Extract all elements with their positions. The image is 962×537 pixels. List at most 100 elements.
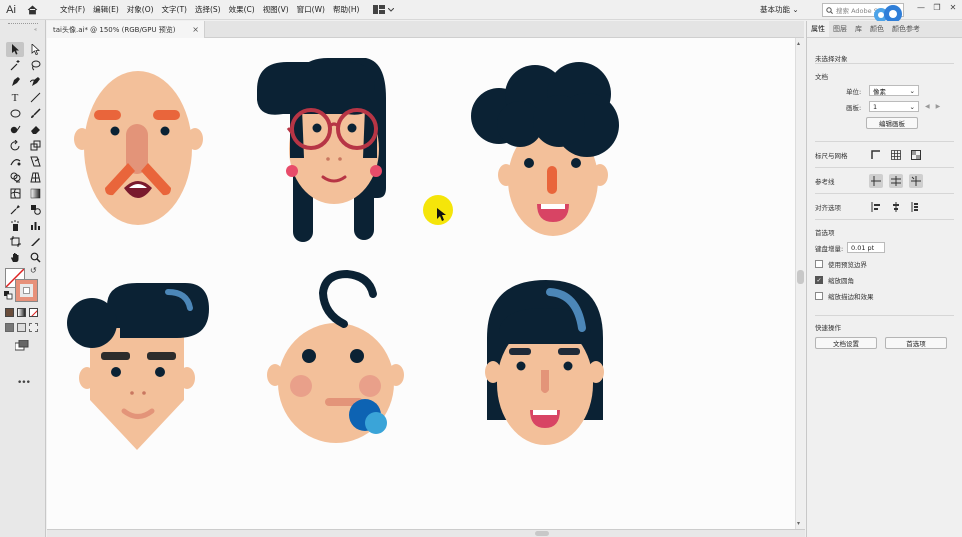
next-artboard-arrow[interactable]: ▶ [936, 103, 941, 110]
smart-guides-button[interactable] [909, 173, 923, 188]
eraser-tool[interactable] [26, 122, 44, 137]
avatar-curly-hair[interactable] [471, 62, 619, 236]
avatar-bob-woman[interactable] [485, 280, 604, 445]
ellipse-tool[interactable] [6, 106, 24, 121]
slice-tool[interactable] [26, 234, 44, 249]
symbol-sprayer-tool[interactable] [6, 218, 24, 233]
avatar-bald-mustache[interactable] [74, 71, 203, 225]
tab-color-guide[interactable]: 颜色参考 [888, 21, 924, 37]
free-transform-tool[interactable] [26, 154, 44, 169]
units-label: 单位: [846, 87, 862, 96]
toolbar-grip[interactable] [8, 23, 38, 25]
eyedropper-tool[interactable] [6, 202, 24, 217]
none-mode-button[interactable] [29, 308, 38, 317]
color-mode-button[interactable] [5, 308, 14, 317]
arrange-documents-button[interactable] [373, 5, 395, 14]
menu-view[interactable]: 视图(V) [259, 0, 293, 20]
default-fill-stroke-icon[interactable] [4, 291, 13, 302]
avatar-girl-glasses[interactable] [257, 58, 386, 242]
tab-layers[interactable]: 图层 [829, 21, 851, 37]
menu-window[interactable]: 窗口(W) [293, 0, 329, 20]
align-center-button[interactable] [889, 200, 903, 214]
draw-normal-icon[interactable] [5, 323, 14, 332]
artboard-canvas[interactable] [47, 38, 795, 529]
lock-guides-button[interactable] [889, 173, 903, 188]
gradient-mode-button[interactable] [17, 308, 26, 317]
close-tab-button[interactable]: × [192, 25, 199, 34]
close-window-button[interactable]: ✕ [946, 0, 960, 14]
avatar-baby-pacifier[interactable] [267, 269, 404, 443]
menu-file[interactable]: 文件(F) [56, 0, 89, 20]
screen-mode-icon[interactable] [14, 339, 29, 353]
hand-tool[interactable] [6, 250, 24, 265]
draw-inside-icon[interactable] [29, 323, 38, 332]
workspace-switcher[interactable]: 基本功能 ⌄ [760, 0, 799, 20]
type-tool[interactable]: T [6, 90, 24, 105]
scale-corners-checkbox[interactable]: ✓ [815, 276, 823, 284]
scroll-down-arrow[interactable]: ▾ [797, 520, 800, 527]
scroll-up-arrow[interactable]: ▴ [797, 40, 800, 47]
units-select[interactable]: 像素 ⌄ [869, 85, 919, 96]
minimize-button[interactable]: — [914, 0, 928, 14]
curvature-tool[interactable] [26, 74, 44, 89]
perspective-grid-tool[interactable] [26, 170, 44, 185]
document-setup-button[interactable]: 文档设置 [815, 337, 877, 349]
keyboard-increment-input[interactable]: 0.01 pt [847, 242, 885, 253]
lasso-tool[interactable] [26, 58, 44, 73]
use-preview-bounds-checkbox[interactable] [815, 260, 823, 268]
restore-button[interactable]: ❐ [930, 0, 944, 14]
tab-color[interactable]: 颜色 [866, 21, 888, 37]
menu-help[interactable]: 帮助(H) [329, 0, 364, 20]
mesh-tool[interactable] [6, 186, 24, 201]
align-left-button[interactable] [869, 200, 883, 214]
tab-libraries[interactable]: 库 [851, 21, 866, 37]
vertical-scrollbar[interactable]: ▴ ▾ [795, 38, 805, 529]
rotate-tool[interactable] [6, 138, 24, 153]
tools-panel: « T ↺ ••• [0, 20, 46, 537]
toggle-rulers-button[interactable] [869, 148, 883, 162]
stroke-swatch[interactable] [15, 279, 38, 302]
blend-tool[interactable] [26, 202, 44, 217]
menu-type[interactable]: 文字(T) [158, 0, 191, 20]
toggle-transparency-grid-button[interactable] [909, 148, 923, 162]
collapse-toolbar-icon[interactable]: « [34, 27, 37, 33]
document-tab[interactable]: tai头像.ai* @ 150% (RGB/GPU 预览) × [47, 21, 205, 38]
edit-toolbar-icon[interactable]: ••• [17, 378, 31, 388]
direct-selection-tool[interactable] [26, 42, 44, 57]
toggle-grid-button[interactable] [889, 148, 903, 162]
swap-fill-stroke-icon[interactable]: ↺ [30, 266, 37, 275]
scale-strokes-effects-option[interactable]: 缩放描边和效果 [815, 291, 954, 301]
tab-properties[interactable]: 属性 [807, 21, 829, 37]
zoom-tool[interactable] [26, 250, 44, 265]
artboard-tool[interactable] [6, 234, 24, 249]
horizontal-scroll-thumb[interactable] [535, 531, 549, 536]
show-guides-button[interactable] [869, 173, 883, 188]
scale-tool[interactable] [26, 138, 44, 153]
scale-strokes-effects-checkbox[interactable] [815, 292, 823, 300]
scroll-thumb[interactable] [797, 270, 804, 284]
avatar-quiff-man[interactable] [67, 283, 209, 450]
menu-edit[interactable]: 编辑(E) [89, 0, 123, 20]
selection-tool[interactable] [6, 42, 24, 57]
menu-select[interactable]: 选择(S) [191, 0, 225, 20]
artboard-select[interactable]: 1 ⌄ [869, 101, 919, 112]
pen-tool[interactable] [6, 74, 24, 89]
magic-wand-tool[interactable] [6, 58, 24, 73]
edit-artboards-button[interactable]: 编辑画板 [866, 117, 918, 129]
scale-corners-option[interactable]: ✓ 缩放圆角 [815, 275, 954, 285]
column-graph-tool[interactable] [26, 218, 44, 233]
align-distribute-button[interactable] [909, 200, 923, 214]
line-segment-tool[interactable] [26, 90, 44, 105]
home-icon[interactable] [22, 0, 42, 20]
menu-effect[interactable]: 效果(C) [225, 0, 259, 20]
shaper-tool[interactable] [6, 122, 24, 137]
paintbrush-tool[interactable] [26, 106, 44, 121]
menu-object[interactable]: 对象(O) [123, 0, 158, 20]
use-preview-bounds-option[interactable]: 使用预览边界 [815, 259, 954, 269]
draw-behind-icon[interactable] [17, 323, 26, 332]
previous-artboard-arrow[interactable]: ◀ [925, 103, 930, 110]
gradient-tool[interactable] [26, 186, 44, 201]
preferences-button[interactable]: 首选项 [885, 337, 947, 349]
shape-builder-tool[interactable] [6, 170, 24, 185]
warp-tool[interactable] [6, 154, 24, 169]
